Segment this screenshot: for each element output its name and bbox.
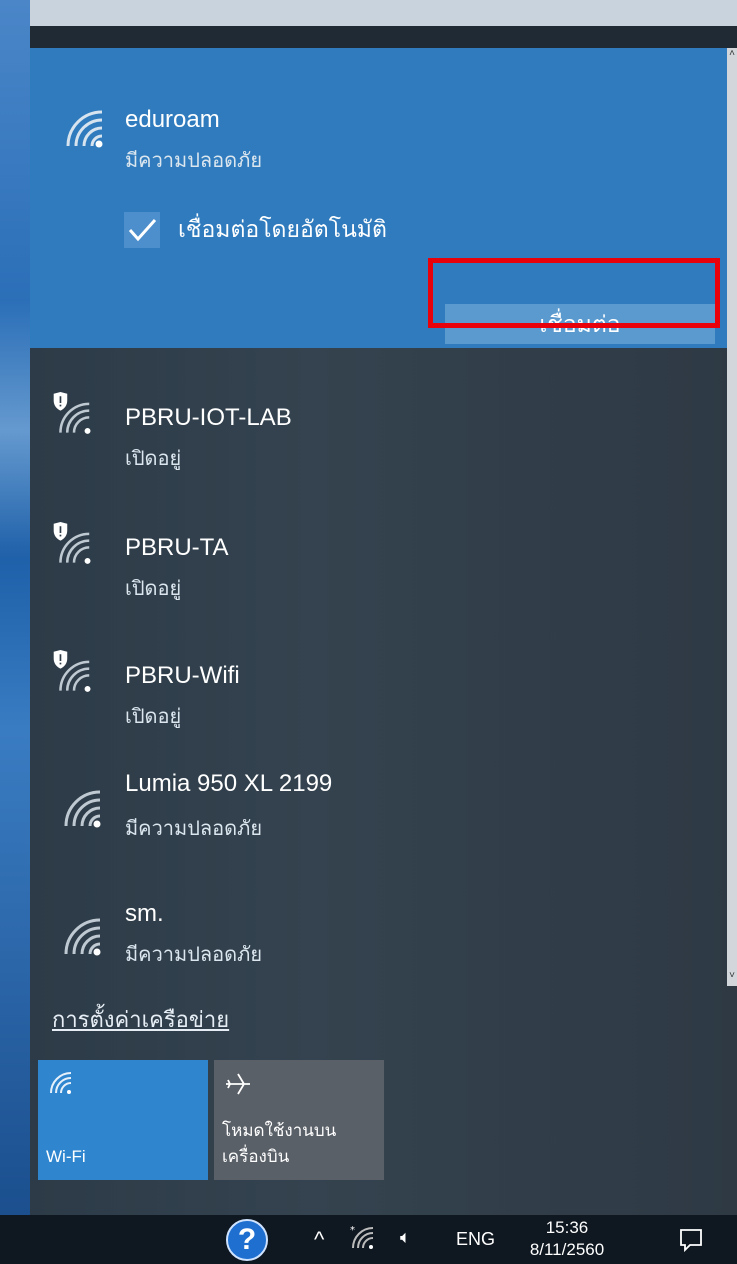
wifi-icon <box>64 918 101 956</box>
airplane-mode-tile[interactable]: โหมดใช้งานบน เครื่องบิน <box>214 1060 384 1180</box>
network-status: มีความปลอดภัย <box>125 150 263 172</box>
network-name: Lumia 950 XL 2199 <box>125 770 333 797</box>
window-top-strip <box>30 0 737 26</box>
checkmark-icon <box>128 218 157 242</box>
taskbar: ? ^ * 🔈︎ ENG 15:36 8/11/2560 <box>0 1215 737 1264</box>
network-list-item[interactable]: Lumia 950 XL 2199 มีความปลอดภัย <box>30 760 727 900</box>
network-name: PBRU-IOT-LAB <box>125 404 292 431</box>
clock-time: 15:36 <box>545 1218 589 1237</box>
airplane-icon <box>226 1073 250 1095</box>
airplane-tile-label: โหมดใช้งานบน เครื่องบิน <box>222 1118 336 1170</box>
network-status: เปิดอยู่ <box>125 706 182 728</box>
network-settings-link[interactable]: การตั้งค่าเครือข่าย <box>52 1002 229 1037</box>
wifi-icon <box>50 1072 72 1094</box>
wifi-toggle-tile[interactable]: Wi-Fi <box>38 1060 208 1180</box>
wifi-icon <box>64 790 101 828</box>
network-list-item[interactable]: PBRU-Wifi เปิดอยู่ <box>30 632 727 772</box>
network-name: sm. <box>125 900 164 927</box>
network-list-item[interactable]: PBRU-TA เปิดอยู่ <box>30 504 727 644</box>
wifi-tile-label: Wi-Fi <box>46 1147 86 1166</box>
network-tray-icon[interactable]: * <box>350 1225 376 1251</box>
network-status: เปิดอยู่ <box>125 578 182 600</box>
wifi-shield-icon <box>53 392 91 434</box>
wifi-shield-icon <box>53 522 91 564</box>
scroll-up-arrow-icon[interactable]: ˄ <box>727 48 737 64</box>
network-name: PBRU-TA <box>125 534 229 561</box>
network-status: มีความปลอดภัย <box>125 818 263 840</box>
flyout-header <box>30 26 737 48</box>
show-hidden-icons-chevron-icon[interactable]: ^ <box>314 1227 324 1253</box>
network-list-item[interactable]: PBRU-IOT-LAB เปิดอยู่ <box>30 374 727 514</box>
network-name: PBRU-Wifi <box>125 662 240 689</box>
clock-date: 8/11/2560 <box>529 1240 605 1259</box>
help-icon[interactable]: ? <box>226 1219 268 1261</box>
airplane-label-line1: โหมดใช้งานบน <box>222 1121 337 1140</box>
connect-button-highlight <box>428 258 720 328</box>
language-indicator[interactable]: ENG <box>456 1229 495 1250</box>
network-status: มีความปลอดภัย <box>125 944 263 964</box>
wifi-icon <box>66 110 103 148</box>
auto-connect-label[interactable]: เชื่อมต่อโดยอัตโนมัติ <box>178 212 387 248</box>
airplane-label-line2: เครื่องบิน <box>222 1147 290 1166</box>
auto-connect-checkbox[interactable] <box>124 212 160 248</box>
volume-icon[interactable]: 🔈︎ <box>400 1227 411 1248</box>
clock[interactable]: 15:36 8/11/2560 <box>512 1217 622 1261</box>
action-center-icon[interactable] <box>678 1227 704 1253</box>
wifi-shield-icon <box>53 650 91 692</box>
scroll-down-arrow-icon[interactable]: ˅ <box>727 970 737 986</box>
network-flyout: eduroam มีความปลอดภัย เชื่อมต่อโดยอัตโนม… <box>30 26 737 1215</box>
network-status: เปิดอยู่ <box>125 448 182 470</box>
svg-text:*: * <box>350 1225 355 1236</box>
network-name: eduroam <box>125 106 220 133</box>
scrollbar[interactable] <box>727 48 737 986</box>
